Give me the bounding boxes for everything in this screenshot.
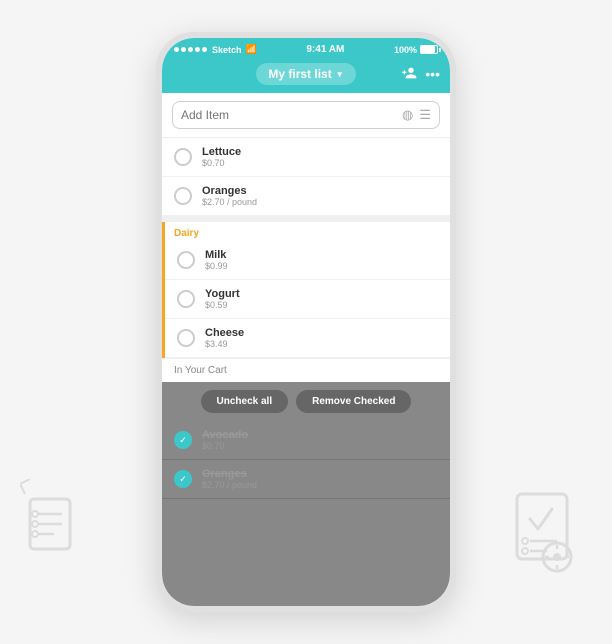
- add-person-button[interactable]: [401, 65, 417, 84]
- item-checkbox-milk[interactable]: [177, 251, 195, 269]
- item-price-milk: $0.99: [205, 261, 228, 271]
- signal-dot-1: [174, 47, 179, 52]
- barcode-icon[interactable]: ☰: [419, 107, 431, 123]
- input-icons: ◍ ☰: [402, 107, 431, 123]
- wifi-icon: 📶: [246, 44, 257, 55]
- signal-dot-4: [195, 47, 200, 52]
- item-text-oranges: Oranges $2.70 / pound: [202, 185, 257, 207]
- item-name-avocado: Avocado: [202, 429, 248, 441]
- header-icons: •••: [401, 65, 440, 84]
- item-text-yogurt: Yogurt $0.59: [205, 288, 240, 310]
- item-checkbox-lettuce[interactable]: [174, 148, 192, 166]
- item-name-lettuce: Lettuce: [202, 146, 241, 158]
- cart-header: In Your Cart: [162, 358, 450, 382]
- left-decoration: [20, 479, 100, 564]
- chevron-down-icon: ▼: [336, 70, 344, 79]
- signal-dot-3: [188, 47, 193, 52]
- item-text-milk: Milk $0.99: [205, 249, 228, 271]
- produce-section: Lettuce $0.70 Oranges $2.70 / pound: [162, 138, 450, 216]
- item-price-lettuce: $0.70: [202, 158, 241, 168]
- item-checkbox-cheese[interactable]: [177, 329, 195, 347]
- page-wrapper: Sketch 📶 9:41 AM 100% My first list ▼: [0, 0, 612, 644]
- time-display: 9:41 AM: [306, 44, 344, 55]
- battery-fill: [421, 46, 435, 53]
- battery-percent: 100%: [394, 45, 417, 55]
- cart-items: ✓ Avocado $0.70 ✓ Oranges $2.70 / pound: [162, 421, 450, 606]
- add-item-bar: ◍ ☰: [162, 93, 450, 138]
- signal-dot-5: [202, 47, 207, 52]
- add-item-input[interactable]: [181, 108, 396, 122]
- item-text-avocado: Avocado $0.70: [202, 429, 248, 451]
- cart-header-label: In Your Cart: [174, 365, 227, 376]
- cart-item[interactable]: ✓ Avocado $0.70: [162, 421, 450, 460]
- list-item[interactable]: Lettuce $0.70: [162, 138, 450, 177]
- list-title-label: My first list: [268, 67, 331, 81]
- add-item-input-wrapper[interactable]: ◍ ☰: [172, 101, 440, 129]
- uncheck-all-button[interactable]: Uncheck all: [201, 390, 289, 413]
- signal-dot-2: [181, 47, 186, 52]
- battery-icon: [420, 45, 438, 54]
- status-right: 100%: [394, 45, 438, 55]
- more-options-button[interactable]: •••: [425, 65, 440, 84]
- item-checkbox-oranges[interactable]: [174, 187, 192, 205]
- status-left: Sketch 📶: [174, 44, 257, 55]
- list-title-button[interactable]: My first list ▼: [256, 63, 355, 85]
- right-decoration: [502, 489, 592, 584]
- item-price-cheese: $3.49: [205, 339, 244, 349]
- item-text-oranges-cart: Oranges $2.70 / pound: [202, 468, 257, 490]
- app-header: My first list ▼ •••: [162, 59, 450, 93]
- remove-checked-button[interactable]: Remove Checked: [296, 390, 411, 413]
- more-icon: •••: [425, 66, 440, 82]
- phone-shell: Sketch 📶 9:41 AM 100% My first list ▼: [156, 32, 456, 612]
- history-icon[interactable]: ◍: [402, 107, 413, 123]
- item-name-cheese: Cheese: [205, 327, 244, 339]
- dairy-section: Dairy Milk $0.99: [162, 222, 450, 358]
- item-name-oranges-cart: Oranges: [202, 468, 257, 480]
- item-price-yogurt: $0.59: [205, 300, 240, 310]
- item-price-avocado: $0.70: [202, 441, 248, 451]
- item-name-yogurt: Yogurt: [205, 288, 240, 300]
- carrier-label: Sketch: [212, 45, 242, 55]
- list-content: Lettuce $0.70 Oranges $2.70 / pound: [162, 138, 450, 606]
- item-checkbox-oranges-cart[interactable]: ✓: [174, 470, 192, 488]
- dairy-section-label: Dairy: [165, 222, 450, 241]
- item-price-oranges-cart: $2.70 / pound: [202, 480, 257, 490]
- item-name-milk: Milk: [205, 249, 228, 261]
- list-item[interactable]: Milk $0.99: [165, 241, 450, 280]
- cart-item[interactable]: ✓ Oranges $2.70 / pound: [162, 460, 450, 499]
- item-checkbox-avocado[interactable]: ✓: [174, 431, 192, 449]
- item-checkbox-yogurt[interactable]: [177, 290, 195, 308]
- item-text-cheese: Cheese $3.49: [205, 327, 244, 349]
- item-name-oranges: Oranges: [202, 185, 257, 197]
- list-item[interactable]: Oranges $2.70 / pound: [162, 177, 450, 216]
- item-text-lettuce: Lettuce $0.70: [202, 146, 241, 168]
- phone-inner: Sketch 📶 9:41 AM 100% My first list ▼: [162, 38, 450, 606]
- status-bar: Sketch 📶 9:41 AM 100%: [162, 38, 450, 59]
- list-item[interactable]: Cheese $3.49: [165, 319, 450, 358]
- item-price-oranges: $2.70 / pound: [202, 197, 257, 207]
- list-item[interactable]: Yogurt $0.59: [165, 280, 450, 319]
- cart-actions: Uncheck all Remove Checked: [162, 382, 450, 421]
